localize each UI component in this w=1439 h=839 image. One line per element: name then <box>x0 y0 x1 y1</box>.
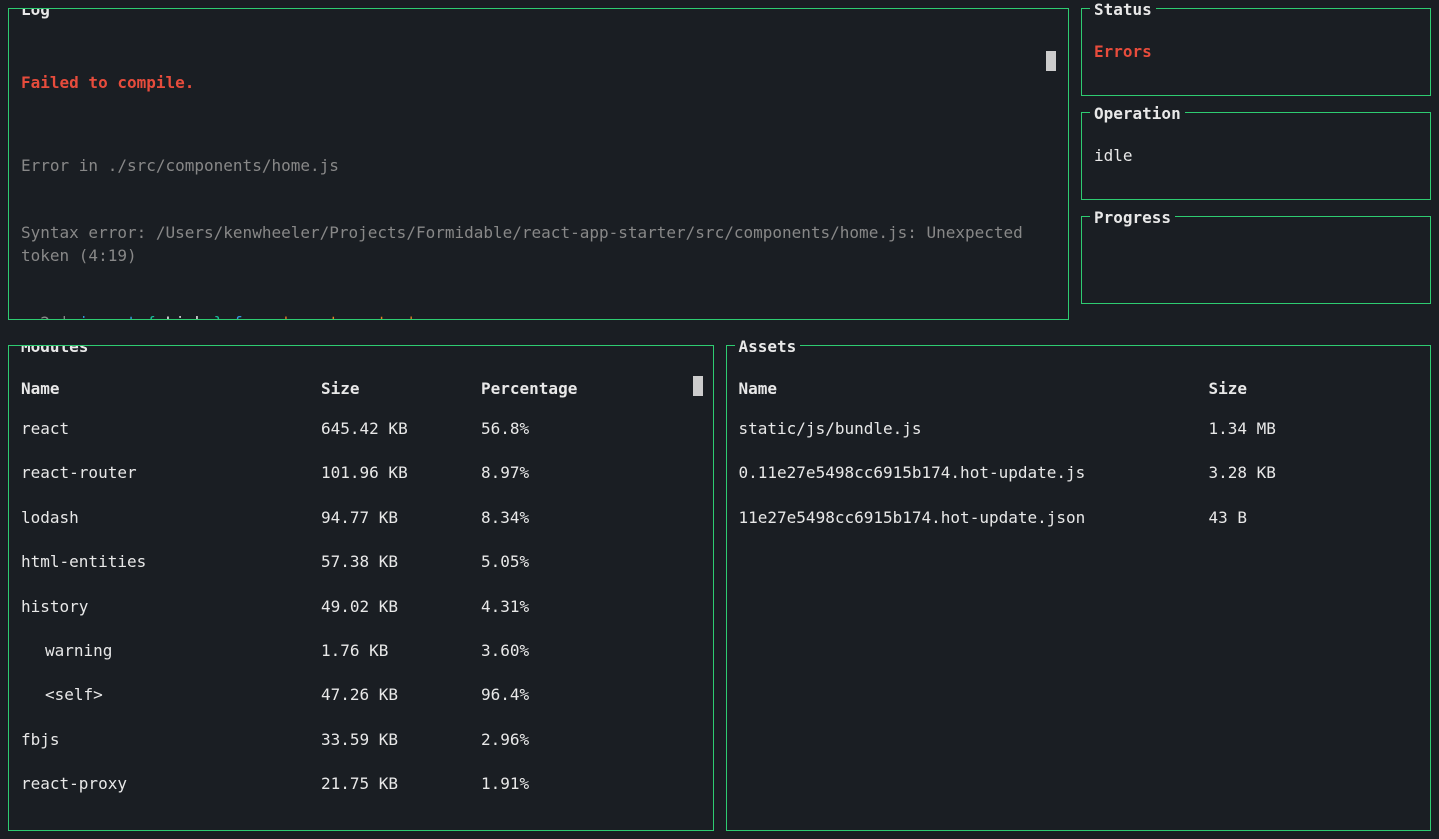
log-scrollbar[interactable] <box>1046 51 1056 71</box>
table-row[interactable]: html-entities57.38 KB5.05% <box>21 551 701 573</box>
assets-panel-title: Assets <box>735 336 801 358</box>
module-name: react-proxy <box>21 773 321 795</box>
table-row[interactable]: lodash94.77 KB8.34% <box>21 507 701 529</box>
table-row[interactable]: react-proxy21.75 KB1.91% <box>21 773 701 795</box>
module-name: <self> <box>21 684 321 706</box>
module-pct: 56.8% <box>481 418 701 440</box>
module-pct: 96.4% <box>481 684 701 706</box>
asset-name: 11e27e5498cc6915b174.hot-update.json <box>739 507 1209 529</box>
operation-value: idle <box>1094 131 1418 167</box>
asset-size: 43 B <box>1209 507 1419 529</box>
module-name: warning <box>21 640 321 662</box>
log-error-detail: Syntax error: /Users/kenwheeler/Projects… <box>21 222 1056 267</box>
module-size: 645.42 KB <box>321 418 481 440</box>
status-value: Errors <box>1094 27 1418 63</box>
modules-scrollbar[interactable] <box>693 376 703 396</box>
modules-header-name: Name <box>21 378 321 400</box>
table-row[interactable]: fbjs33.59 KB2.96% <box>21 729 701 751</box>
table-row[interactable]: <self>47.26 KB96.4% <box>21 684 701 706</box>
status-panel: Status Errors <box>1081 8 1431 96</box>
modules-panel-title: Modules <box>17 345 92 358</box>
module-size: 47.26 KB <box>321 684 481 706</box>
module-pct: 3.60% <box>481 640 701 662</box>
module-name: history <box>21 596 321 618</box>
module-pct: 8.34% <box>481 507 701 529</box>
table-row[interactable]: 0.11e27e5498cc6915b174.hot-update.js3.28… <box>739 462 1419 484</box>
progress-panel: Progress <box>1081 216 1431 304</box>
table-row[interactable]: static/js/bundle.js1.34 MB <box>739 418 1419 440</box>
modules-header-size: Size <box>321 378 481 400</box>
code-line-2: 2 | import { Link } from 'react-router'; <box>21 312 1056 320</box>
module-size: 49.02 KB <box>321 596 481 618</box>
log-error-header: Failed to compile. <box>21 72 1056 94</box>
assets-panel: Assets Name Size static/js/bundle.js1.34… <box>726 345 1432 831</box>
right-sidebar: Status Errors Operation idle Progress <box>1081 8 1431 320</box>
log-panel: Log Failed to compile. Error in ./src/co… <box>8 8 1069 320</box>
table-row[interactable]: history49.02 KB4.31% <box>21 596 701 618</box>
module-name: react-router <box>21 462 321 484</box>
operation-panel-title: Operation <box>1090 103 1185 125</box>
module-size: 33.59 KB <box>321 729 481 751</box>
log-panel-title: Log <box>17 8 54 21</box>
module-pct: 2.96% <box>481 729 701 751</box>
module-name: lodash <box>21 507 321 529</box>
module-size: 101.96 KB <box>321 462 481 484</box>
assets-header-name: Name <box>739 378 1209 400</box>
modules-table-header: Name Size Percentage <box>21 364 701 400</box>
table-row[interactable]: 11e27e5498cc6915b174.hot-update.json43 B <box>739 507 1419 529</box>
operation-panel: Operation idle <box>1081 112 1431 200</box>
module-name: fbjs <box>21 729 321 751</box>
assets-table[interactable]: Name Size static/js/bundle.js1.34 MB0.11… <box>739 364 1419 530</box>
assets-table-header: Name Size <box>739 364 1419 400</box>
progress-panel-title: Progress <box>1090 207 1175 229</box>
modules-panel: Modules Name Size Percentage react645.42… <box>8 345 714 831</box>
log-error-file: Error in ./src/components/home.js <box>21 155 1056 177</box>
module-size: 57.38 KB <box>321 551 481 573</box>
table-row[interactable]: react645.42 KB56.8% <box>21 418 701 440</box>
asset-size: 1.34 MB <box>1209 418 1419 440</box>
module-pct: 1.91% <box>481 773 701 795</box>
asset-size: 3.28 KB <box>1209 462 1419 484</box>
table-row[interactable]: warning1.76 KB3.60% <box>21 640 701 662</box>
module-pct: 8.97% <box>481 462 701 484</box>
table-row[interactable]: react-router101.96 KB8.97% <box>21 462 701 484</box>
module-size: 1.76 KB <box>321 640 481 662</box>
asset-name: static/js/bundle.js <box>739 418 1209 440</box>
module-pct: 4.31% <box>481 596 701 618</box>
module-size: 21.75 KB <box>321 773 481 795</box>
module-size: 94.77 KB <box>321 507 481 529</box>
modules-table[interactable]: Name Size Percentage react645.42 KB56.8%… <box>21 364 701 796</box>
module-name: react <box>21 418 321 440</box>
module-pct: 5.05% <box>481 551 701 573</box>
assets-header-size: Size <box>1209 378 1419 400</box>
status-panel-title: Status <box>1090 0 1156 21</box>
asset-name: 0.11e27e5498cc6915b174.hot-update.js <box>739 462 1209 484</box>
log-content[interactable]: Failed to compile. Error in ./src/compon… <box>21 27 1056 320</box>
modules-header-pct: Percentage <box>481 378 701 400</box>
module-name: html-entities <box>21 551 321 573</box>
